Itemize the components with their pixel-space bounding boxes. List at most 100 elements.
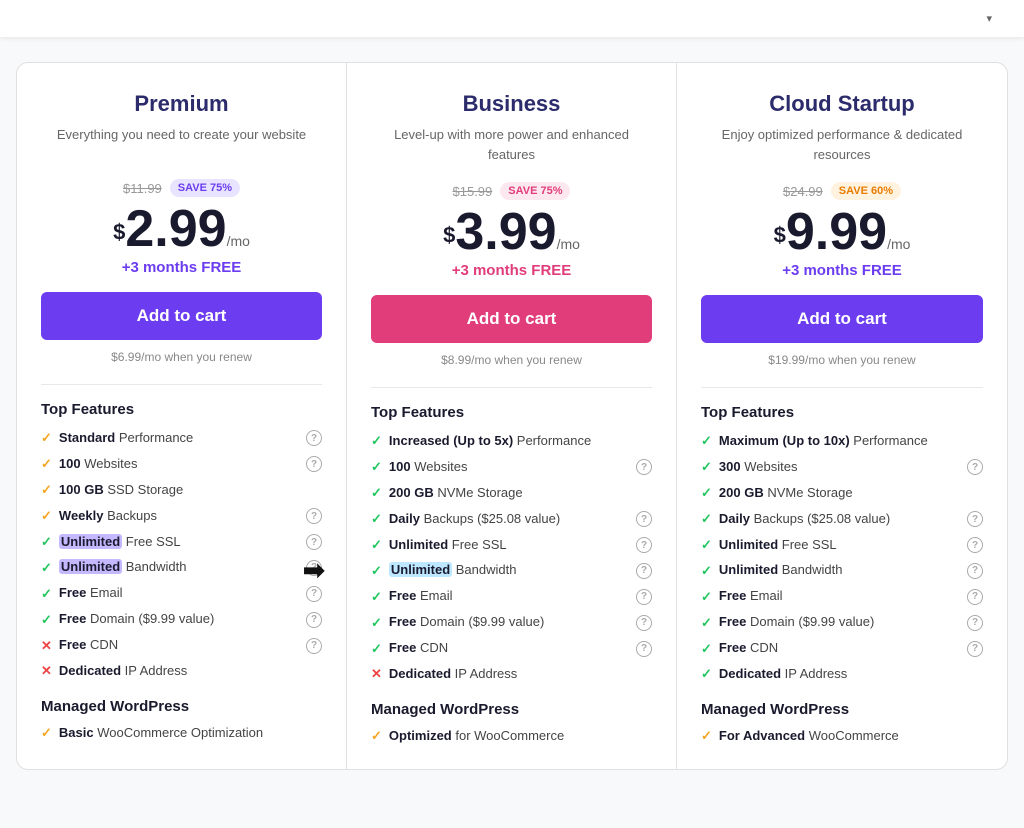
info-icon[interactable]: ?	[306, 638, 322, 654]
feature-left: ✓ Daily Backups ($25.08 value)	[371, 511, 636, 528]
feature-item: ➡ ✓ Unlimited Free SSL ?	[41, 534, 322, 551]
feature-text: Increased (Up to 5x) Performance	[389, 433, 591, 450]
plan-desc: Enjoy optimized performance & dedicated …	[701, 125, 983, 164]
feature-left: ✓ Unlimited Free SSL	[41, 534, 306, 551]
feature-left: ✓ Free Email	[371, 588, 636, 605]
info-icon[interactable]: ?	[636, 589, 652, 605]
info-icon[interactable]: ?	[306, 534, 322, 550]
feature-left: ✓ 100 Websites	[41, 456, 306, 473]
managed-wp-title: Managed WordPress	[41, 698, 322, 715]
managed-wp-left: ✓ Basic WooCommerce Optimization	[41, 725, 322, 742]
feature-list: ✓ Maximum (Up to 10x) Performance ✓ 300 …	[701, 433, 983, 683]
info-icon[interactable]: ?	[636, 641, 652, 657]
feature-item: ✓ Free Email ?	[371, 588, 652, 605]
feature-text: Free Email	[389, 588, 453, 605]
feature-item: ✓ Free Domain ($9.99 value) ?	[701, 614, 983, 631]
plans-grid: Premium Everything you need to create yo…	[16, 62, 1008, 770]
feature-left: ✓ Free Domain ($9.99 value)	[41, 611, 306, 628]
plan-card-premium: Premium Everything you need to create yo…	[17, 63, 347, 769]
pricing-row: $15.99 SAVE 75%	[371, 182, 652, 200]
renew-price: $19.99/mo when you renew	[701, 353, 983, 367]
info-icon[interactable]: ?	[967, 563, 983, 579]
managed-wp-list: ✓ Basic WooCommerce Optimization	[41, 725, 322, 742]
feature-item: ✓ Daily Backups ($25.08 value) ?	[701, 511, 983, 528]
price-main: $2.99/mo	[41, 203, 322, 255]
check-yellow-icon: ✓	[41, 508, 52, 524]
feature-list: ✓ Standard Performance ? ✓ 100 Websites …	[41, 430, 322, 680]
feature-left: ✓ 200 GB NVMe Storage	[701, 485, 983, 502]
feature-text: 300 Websites	[719, 459, 798, 476]
feature-item: ✕ Free CDN ?	[41, 637, 322, 654]
add-to-cart-button[interactable]: Add to cart	[701, 295, 983, 343]
x-red-icon: ✕	[41, 663, 52, 679]
feature-item: ✓ Free Domain ($9.99 value) ?	[371, 614, 652, 631]
info-icon[interactable]: ?	[636, 511, 652, 527]
feature-left: ✓ Unlimited Bandwidth	[41, 559, 306, 576]
feature-list: ✓ Increased (Up to 5x) Performance ✓ 100…	[371, 433, 652, 683]
feature-left: ✕ Free CDN	[41, 637, 306, 654]
check-green-icon: ✓	[41, 586, 52, 602]
feature-left: ✓ Weekly Backups	[41, 508, 306, 525]
feature-item: ✓ 200 GB NVMe Storage	[371, 485, 652, 502]
feature-item: ✓ 100 Websites ?	[371, 459, 652, 476]
feature-text: 100 Websites	[389, 459, 468, 476]
feature-text: Unlimited Bandwidth	[719, 562, 843, 579]
feature-item: ✓ Free Email ?	[701, 588, 983, 605]
info-icon[interactable]: ?	[967, 615, 983, 631]
check-green-icon: ✓	[701, 537, 712, 553]
add-to-cart-button[interactable]: Add to cart	[371, 295, 652, 343]
feature-left: ✓ Unlimited Free SSL	[701, 537, 967, 554]
feature-item: ✓ 300 Websites ?	[701, 459, 983, 476]
feature-left: ✓ 300 Websites	[701, 459, 967, 476]
feature-item: ✕ Dedicated IP Address	[371, 666, 652, 683]
plan-name: Cloud Startup	[701, 91, 983, 117]
info-icon[interactable]: ?	[306, 508, 322, 524]
feature-left: ✓ Standard Performance	[41, 430, 306, 447]
feature-left: ✓ Free Email	[701, 588, 967, 605]
price-per: /mo	[227, 233, 250, 249]
feature-item: ✓ Maximum (Up to 10x) Performance	[701, 433, 983, 450]
pricing-section: Premium Everything you need to create yo…	[0, 38, 1024, 802]
check-green-icon: ✓	[41, 560, 52, 576]
managed-wp-item: ✓ Basic WooCommerce Optimization	[41, 725, 322, 742]
info-icon[interactable]: ?	[306, 586, 322, 602]
plan-name: Business	[371, 91, 652, 117]
info-icon[interactable]: ?	[306, 612, 322, 628]
feature-item: ✓ Free CDN ?	[371, 640, 652, 657]
feature-item: ✓ 100 GB SSD Storage	[41, 482, 322, 499]
info-icon[interactable]: ?	[967, 641, 983, 657]
original-price: $11.99	[123, 181, 162, 196]
top-features-title: Top Features	[41, 401, 322, 418]
feature-left: ✓ Free CDN	[371, 640, 636, 657]
info-icon[interactable]: ?	[636, 563, 652, 579]
feature-item: ✓ Free Email ?	[41, 585, 322, 602]
info-icon[interactable]: ?	[967, 537, 983, 553]
feature-item: ✓ Unlimited Bandwidth ?	[701, 562, 983, 579]
info-icon[interactable]: ?	[306, 456, 322, 472]
info-icon[interactable]: ?	[967, 459, 983, 475]
info-icon[interactable]: ?	[967, 589, 983, 605]
pricing-row: $11.99 SAVE 75%	[41, 179, 322, 197]
price-main: $3.99/mo	[371, 206, 652, 258]
managed-wp-list: ✓ Optimized for WooCommerce	[371, 728, 652, 745]
price-per: /mo	[887, 236, 910, 252]
save-badge: SAVE 75%	[500, 182, 570, 200]
check-green-icon: ✓	[371, 459, 382, 475]
nav-hosting[interactable]: ▾	[982, 12, 992, 25]
feature-text: Free CDN	[59, 637, 118, 654]
feature-item: ✓ Standard Performance ?	[41, 430, 322, 447]
info-icon[interactable]: ?	[967, 511, 983, 527]
info-icon[interactable]: ?	[636, 537, 652, 553]
feature-text: Weekly Backups	[59, 508, 157, 525]
months-free: +3 months FREE	[701, 262, 983, 279]
feature-item: ✓ Dedicated IP Address	[701, 666, 983, 683]
price-dollar: $	[774, 223, 786, 248]
plan-name: Premium	[41, 91, 322, 117]
info-icon[interactable]: ?	[636, 459, 652, 475]
info-icon[interactable]: ?	[306, 430, 322, 446]
info-icon[interactable]: ?	[636, 615, 652, 631]
add-to-cart-button[interactable]: Add to cart	[41, 292, 322, 340]
feature-text: Free CDN	[389, 640, 448, 657]
check-green-icon: ✓	[701, 615, 712, 631]
feature-left: ✓ 100 GB SSD Storage	[41, 482, 322, 499]
